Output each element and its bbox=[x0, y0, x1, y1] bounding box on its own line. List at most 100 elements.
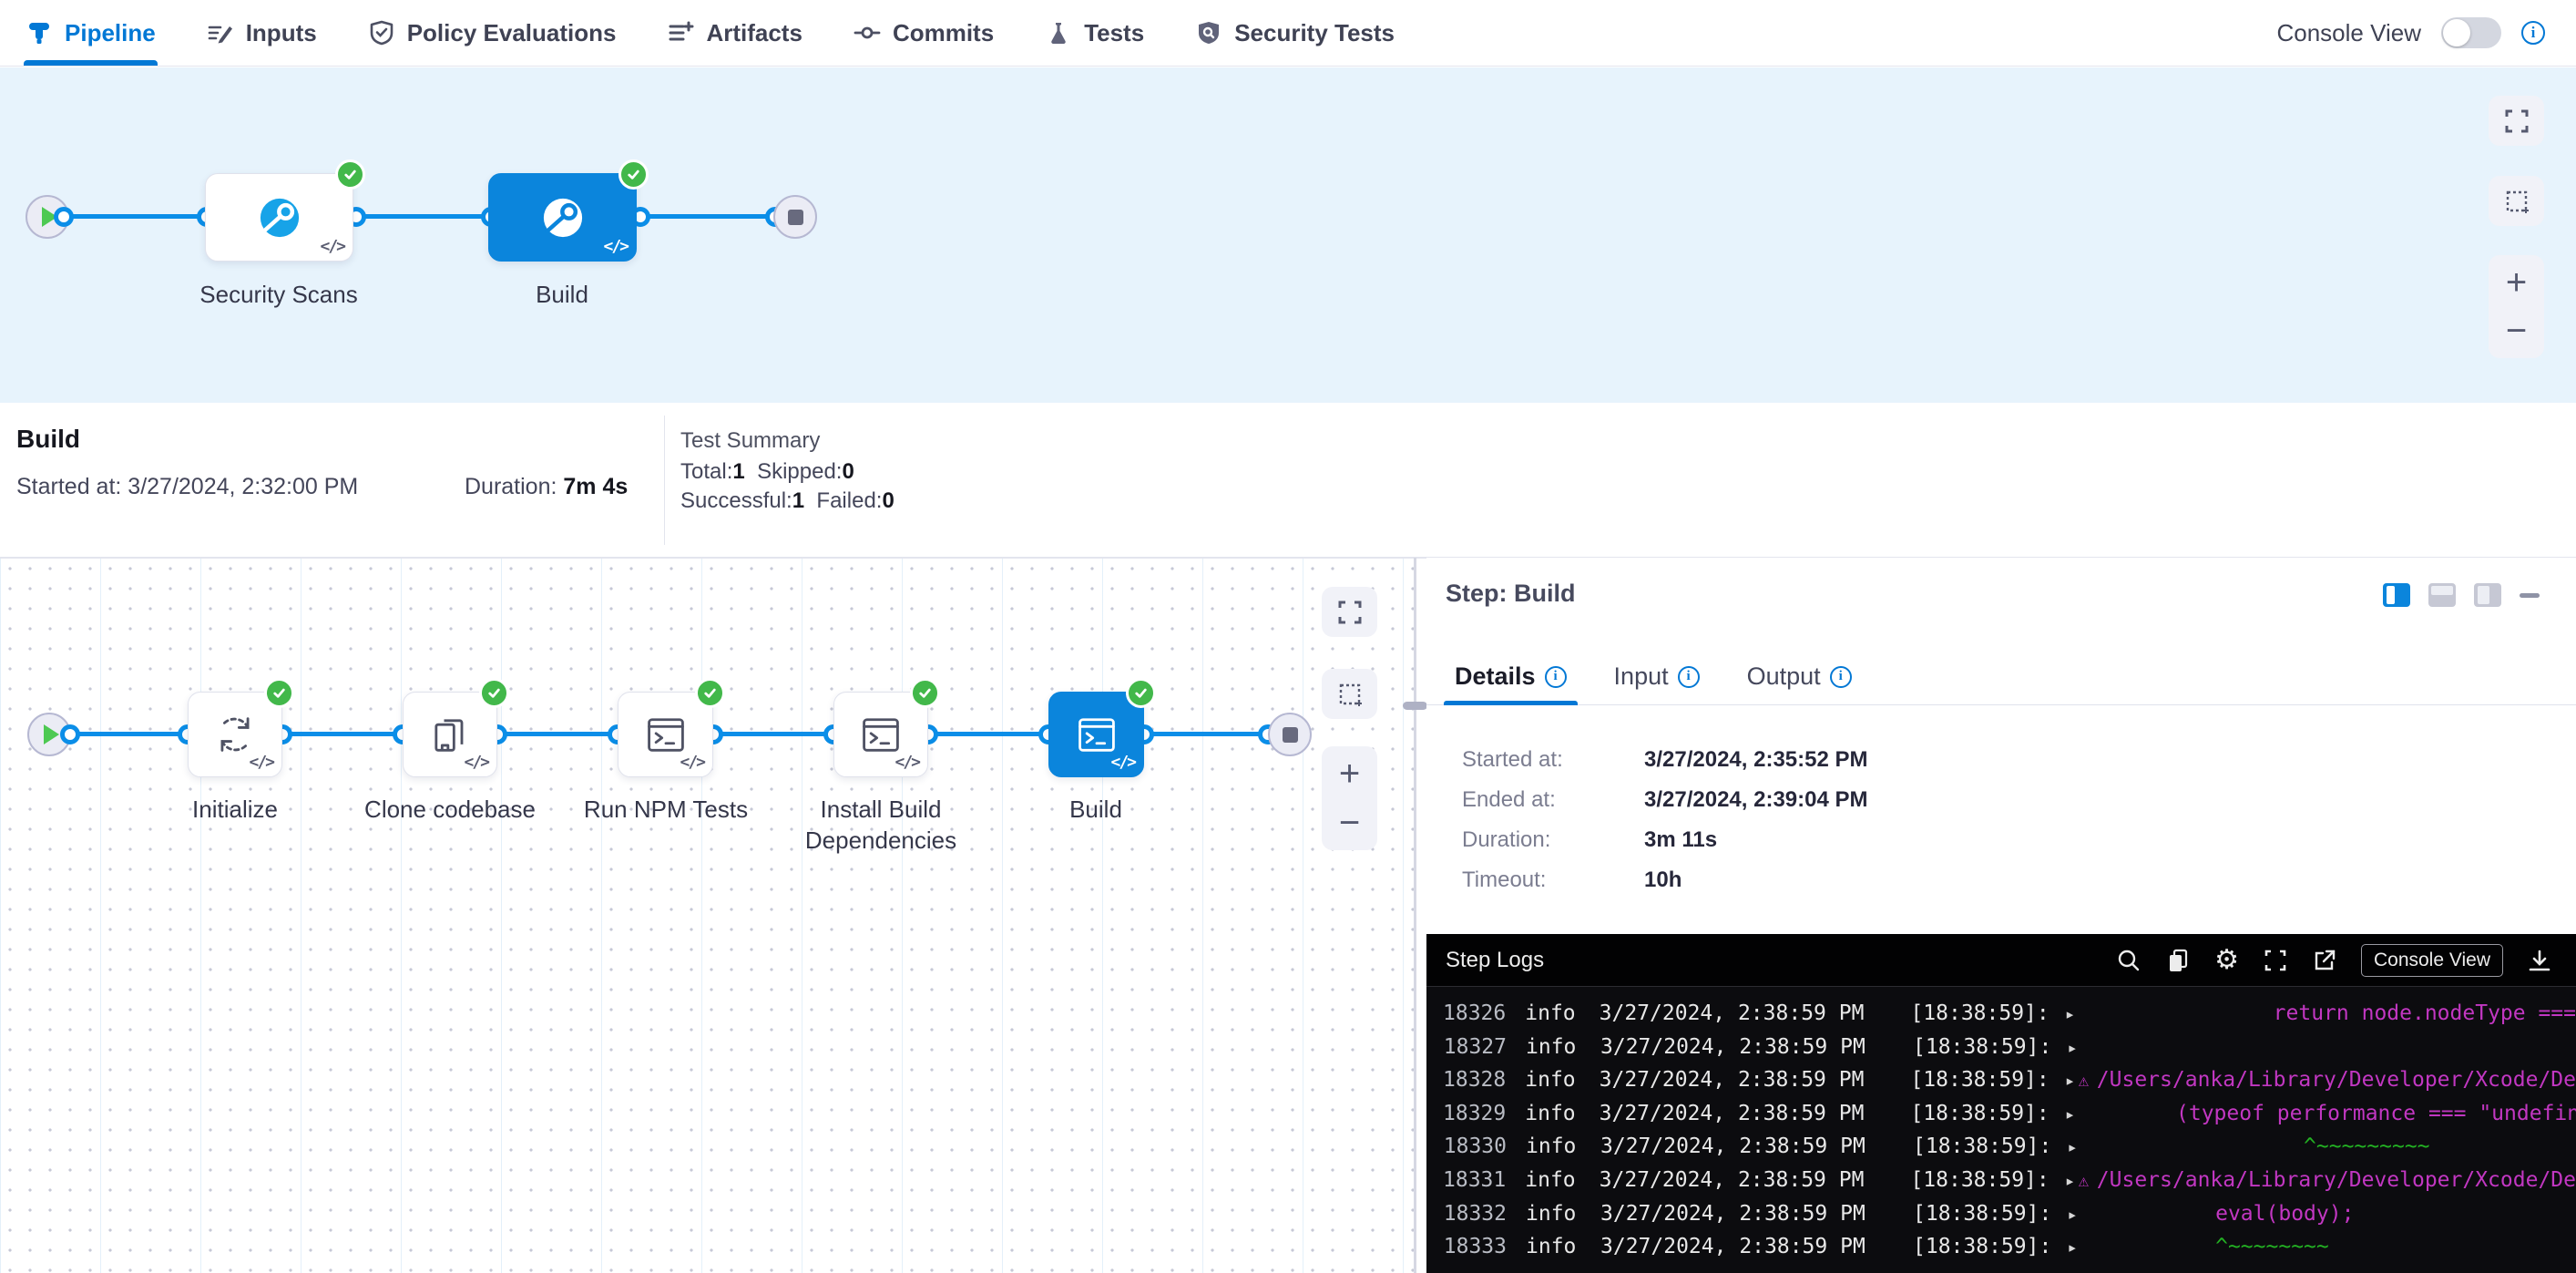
log-level: info bbox=[1526, 1235, 1577, 1258]
log-line-number: 18329 bbox=[1443, 1102, 1506, 1125]
fullscreen-button[interactable] bbox=[1322, 587, 1377, 637]
clone-codebase-icon bbox=[426, 711, 474, 758]
layout-right-panel-icon[interactable] bbox=[2474, 583, 2501, 607]
skipped-value: 0 bbox=[842, 459, 854, 484]
log-row: 18328 info 3/27/2024, 2:38:59 PM [18:38:… bbox=[1426, 1068, 2576, 1102]
console-view-toggle[interactable] bbox=[2441, 17, 2501, 48]
log-message: return node.nodeType === bbox=[2084, 1001, 2576, 1025]
stage-node-label: Build bbox=[536, 279, 588, 310]
summary-divider bbox=[664, 416, 665, 545]
info-icon[interactable]: i bbox=[1830, 666, 1852, 688]
tab-input[interactable]: Input i bbox=[1614, 649, 1700, 704]
log-row: 18326 info 3/27/2024, 2:38:59 PM [18:38:… bbox=[1426, 1001, 2576, 1035]
step-panel-title: Step: Build bbox=[1446, 580, 1576, 608]
step-node-clone-codebase[interactable]: </> bbox=[403, 692, 497, 777]
security-scan-icon bbox=[537, 191, 589, 244]
info-icon[interactable]: i bbox=[1678, 666, 1700, 688]
detail-label: Started at: bbox=[1462, 747, 1644, 773]
detail-value: 3m 11s bbox=[1644, 827, 1717, 853]
open-in-new-icon[interactable] bbox=[2312, 948, 2337, 973]
settings-gear-icon[interactable]: ⚙ bbox=[2214, 948, 2239, 973]
log-console-time: [18:38:59]: bbox=[1910, 1068, 2049, 1092]
success-badge bbox=[1126, 678, 1156, 708]
tab-output[interactable]: Output i bbox=[1747, 649, 1852, 704]
stage-end-node[interactable] bbox=[773, 195, 817, 239]
copy-icon[interactable] bbox=[2165, 948, 2191, 973]
tab-details[interactable]: Details i bbox=[1455, 649, 1567, 704]
top-nav: Pipeline Inputs Policy Evaluations Artif… bbox=[0, 0, 2576, 67]
log-message: ^~~~~~~~~~ bbox=[2114, 1134, 2429, 1158]
step-node-build[interactable]: </> bbox=[1048, 692, 1144, 777]
select-area-button[interactable] bbox=[2489, 176, 2544, 226]
stage-started-at: Started at: 3/27/2024, 2:32:00 PM bbox=[16, 474, 358, 500]
zoom-controls: + − bbox=[2489, 255, 2544, 358]
tab-commits[interactable]: Commits bbox=[854, 0, 994, 66]
expand-arrow-icon[interactable]: ▸ bbox=[2067, 1137, 2087, 1157]
tab-inputs[interactable]: Inputs bbox=[207, 0, 317, 66]
tab-tests[interactable]: Tests bbox=[1045, 0, 1144, 66]
step-node-initialize[interactable]: </> bbox=[188, 692, 282, 777]
fullscreen-button[interactable] bbox=[2489, 96, 2544, 146]
zoom-in-button[interactable]: + bbox=[1335, 759, 1365, 788]
fullscreen-icon[interactable] bbox=[2263, 948, 2288, 973]
info-icon[interactable]: i bbox=[1545, 666, 1567, 688]
tab-policy-evaluations[interactable]: Policy Evaluations bbox=[368, 0, 617, 66]
step-node-run-npm-tests[interactable]: </> bbox=[618, 692, 713, 777]
expand-arrow-icon[interactable]: ▸ bbox=[2067, 1205, 2087, 1225]
console-view-button[interactable]: Console View bbox=[2361, 944, 2503, 977]
panel-resize-divider[interactable] bbox=[1414, 558, 1416, 1273]
step-logs: Step Logs ⚙ Console View 18326 info 3/27… bbox=[1426, 934, 2576, 1273]
select-area-button[interactable] bbox=[1322, 669, 1377, 719]
tab-label: Commits bbox=[893, 19, 994, 47]
expand-arrow-icon[interactable]: ▸ bbox=[2067, 1237, 2087, 1258]
log-body[interactable]: 18326 info 3/27/2024, 2:38:59 PM [18:38:… bbox=[1426, 987, 2576, 1273]
log-message: eval(body); bbox=[2114, 1202, 2354, 1226]
panel-resize-handle[interactable] bbox=[1403, 702, 1427, 710]
step-end-node[interactable] bbox=[1268, 713, 1312, 756]
log-line-number: 18326 bbox=[1443, 1001, 1506, 1025]
successful-label: Successful: bbox=[680, 488, 792, 513]
active-tab-underline bbox=[1444, 701, 1578, 705]
minimize-panel-icon[interactable] bbox=[2520, 593, 2540, 598]
step-node-install-build-dependencies[interactable]: </> bbox=[833, 692, 928, 777]
log-date: 3/27/2024, 2:38:59 PM bbox=[1600, 1168, 1865, 1192]
zoom-in-button[interactable]: + bbox=[2502, 268, 2531, 297]
log-console-time: [18:38:59]: bbox=[1913, 1235, 2051, 1258]
yaml-code-icon: </> bbox=[1110, 753, 1135, 772]
log-date: 3/27/2024, 2:38:59 PM bbox=[1600, 1202, 1866, 1226]
marquee-select-icon bbox=[1336, 681, 1364, 708]
warning-icon: ⚠ bbox=[2079, 1071, 2097, 1091]
layout-vertical-split-icon[interactable] bbox=[2383, 583, 2410, 607]
expand-arrow-icon[interactable]: ▸ bbox=[2065, 1104, 2075, 1124]
expand-arrow-icon[interactable]: ▸ bbox=[2065, 1004, 2075, 1024]
terminal-icon bbox=[1073, 711, 1120, 758]
terminal-icon bbox=[857, 711, 905, 758]
stage-node-security-scans[interactable]: </> bbox=[205, 173, 353, 262]
download-icon[interactable] bbox=[2527, 948, 2552, 973]
fullscreen-icon bbox=[2503, 108, 2530, 135]
terminal-icon bbox=[642, 711, 690, 758]
total-label: Total: bbox=[680, 459, 732, 484]
zoom-out-button[interactable]: − bbox=[2502, 316, 2531, 345]
tab-pipeline[interactable]: Pipeline bbox=[26, 0, 156, 66]
tab-security-tests[interactable]: Security Tests bbox=[1195, 0, 1395, 66]
log-console-time: [18:38:59]: bbox=[1910, 1168, 2049, 1192]
tab-label: Input bbox=[1614, 662, 1669, 691]
stage-node-build[interactable]: </> bbox=[488, 173, 637, 262]
info-icon[interactable]: i bbox=[2521, 21, 2545, 45]
marquee-select-icon bbox=[2503, 188, 2530, 215]
log-date: 3/27/2024, 2:38:59 PM bbox=[1600, 1134, 1866, 1158]
layout-horizontal-split-icon[interactable] bbox=[2428, 583, 2456, 607]
expand-arrow-icon[interactable]: ▸ bbox=[2067, 1038, 2087, 1058]
search-icon[interactable] bbox=[2116, 948, 2142, 973]
zoom-out-button[interactable]: − bbox=[1335, 808, 1365, 837]
detail-label: Ended at: bbox=[1462, 787, 1644, 813]
warning-icon: ⚠ bbox=[2079, 1171, 2097, 1191]
step-panel-tabs: Details i Input i Output i bbox=[1426, 649, 2576, 705]
log-date: 3/27/2024, 2:38:59 PM bbox=[1600, 1001, 1865, 1025]
tab-artifacts[interactable]: Artifacts bbox=[667, 0, 802, 66]
expand-arrow-icon[interactable]: ▸ bbox=[2065, 1071, 2079, 1091]
log-date: 3/27/2024, 2:38:59 PM bbox=[1600, 1068, 1865, 1092]
log-row: 18332 info 3/27/2024, 2:38:59 PM [18:38:… bbox=[1426, 1202, 2576, 1236]
expand-arrow-icon[interactable]: ▸ bbox=[2065, 1171, 2079, 1191]
